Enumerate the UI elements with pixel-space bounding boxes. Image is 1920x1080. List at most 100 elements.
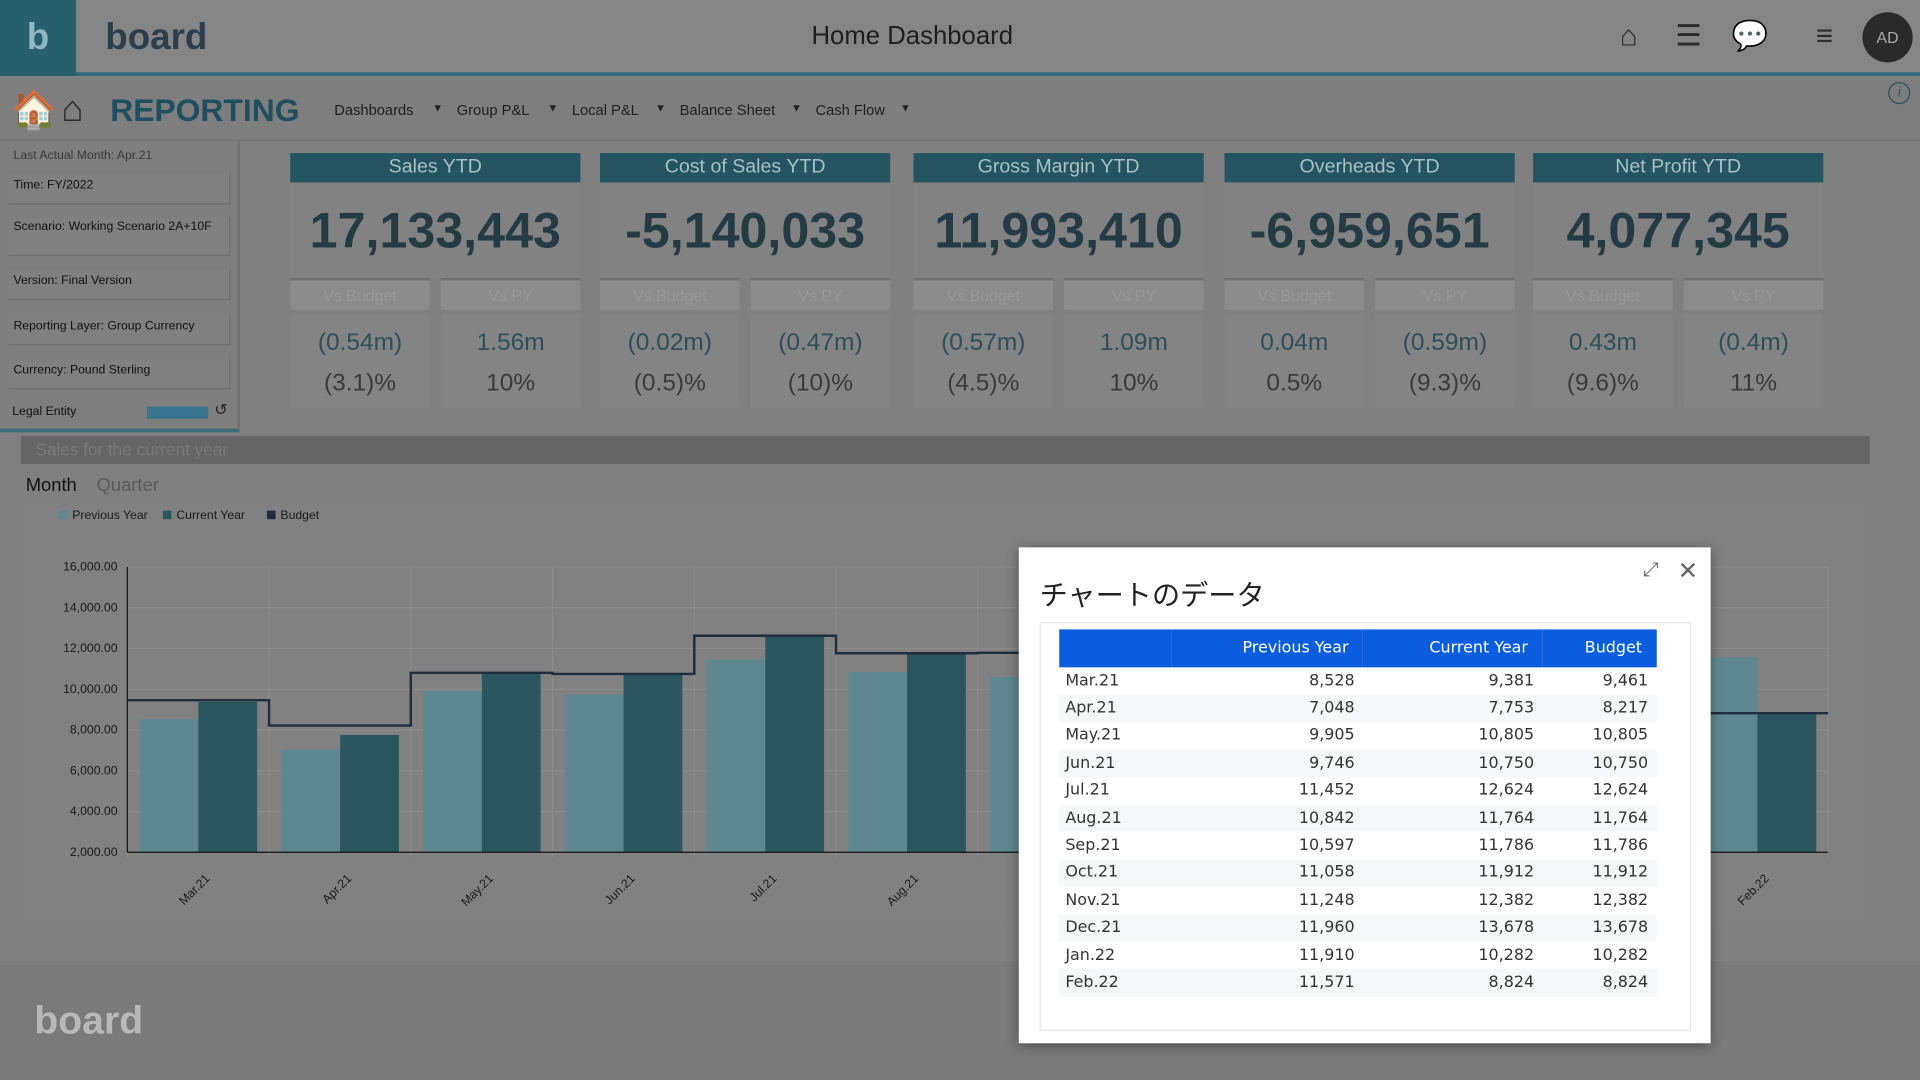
table-cell: 11,452 — [1298, 781, 1355, 800]
x-tick-label: Jul.21 — [747, 871, 780, 904]
y-tick-label: 8,000.00 — [70, 723, 118, 737]
table-cell: 11,764 — [1542, 804, 1657, 832]
close-icon[interactable]: ✕ — [1678, 556, 1699, 587]
x-tick-label: Mar.21 — [176, 871, 212, 907]
legend-label: Current Year — [176, 508, 245, 522]
y-tick-label: 4,000.00 — [70, 804, 118, 818]
bar-previous-year — [423, 691, 482, 853]
column-header: Current Year — [1363, 629, 1543, 668]
table-row: Apr.21 7,048 7,753 8,217 — [1059, 694, 1657, 723]
legend-label: Previous Year — [72, 508, 148, 522]
table-cell: 11,912 — [1363, 859, 1543, 887]
table-cell: Jun.21 — [1059, 749, 1172, 778]
table-cell: 12,624 — [1592, 781, 1649, 800]
table-cell: 8,528 — [1309, 671, 1355, 691]
y-tick-label: 2,000.00 — [70, 845, 118, 859]
table-cell: 11,764 — [1363, 804, 1543, 832]
table-cell: 10,805 — [1478, 726, 1535, 746]
table-cell: 10,597 — [1298, 836, 1355, 855]
table-cell: 10,750 — [1542, 749, 1657, 778]
y-tick-label: 6,000.00 — [70, 763, 118, 777]
y-tick-label: 16,000.00 — [63, 560, 118, 574]
x-tick-label: May.21 — [458, 871, 496, 909]
legend-swatch — [266, 510, 276, 520]
table-cell: 10,842 — [1171, 804, 1364, 832]
table-cell: Aug.21 — [1059, 804, 1172, 832]
table-cell: Oct.21 — [1059, 859, 1172, 887]
bar-previous-year — [139, 719, 199, 853]
y-tick-label: 12,000.00 — [63, 641, 118, 655]
bar-current-year — [623, 673, 683, 853]
table-cell: Nov.21 — [1065, 891, 1121, 910]
table-cell: 7,753 — [1363, 694, 1543, 723]
table-cell: 7,048 — [1171, 694, 1364, 723]
bar-current-year — [340, 735, 399, 853]
bar-previous-year — [706, 659, 766, 853]
data-table-container: Previous Year Current Year Budget Mar.21 8,5… — [1039, 622, 1692, 1032]
bar-current-year — [481, 672, 541, 853]
table-row: Oct.21 11,058 11,912 11,912 — [1059, 859, 1657, 887]
table-row: Mar.21 8,528 9,381 9,461 — [1059, 667, 1657, 694]
x-tick-label: Apr.21 — [319, 871, 354, 906]
table-cell: 8,824 — [1542, 968, 1657, 997]
modal-title: チャートのデータ — [1039, 580, 1265, 613]
table-row: Jun.21 9,746 10,750 10,750 — [1059, 749, 1657, 778]
table-cell: 10,282 — [1592, 946, 1649, 965]
table-cell: 11,960 — [1171, 914, 1364, 942]
table-cell: 9,905 — [1309, 726, 1355, 746]
table-cell: Sep.21 — [1065, 836, 1121, 855]
legend-swatch — [58, 510, 68, 520]
table-cell: 8,824 — [1363, 968, 1543, 997]
chart-data-modal: チャートのデータ ⤢ ✕ Previous Year Current Year Bu… — [1018, 547, 1711, 1044]
table-cell: 11,910 — [1298, 946, 1355, 965]
table-cell: 8,217 — [1542, 694, 1657, 723]
table-row: Feb.22 11,571 8,824 8,824 — [1059, 968, 1657, 997]
table-cell: 13,678 — [1542, 914, 1657, 942]
table-cell: May.21 — [1065, 726, 1122, 746]
table-cell: 11,058 — [1171, 859, 1364, 887]
table-cell: Jan.22 — [1065, 946, 1116, 965]
table-row: May.21 9,905 10,805 10,805 — [1059, 722, 1657, 749]
table-row: Nov.21 11,248 12,382 12,382 — [1059, 887, 1657, 914]
table-cell: Jul.21 — [1065, 781, 1110, 800]
column-header: Budget — [1542, 629, 1657, 668]
table-cell: Dec.21 — [1059, 914, 1172, 942]
table-row: Jul.21 11,452 12,624 12,624 — [1059, 777, 1657, 804]
bar-previous-year — [281, 749, 341, 853]
table-cell: Apr.21 — [1059, 694, 1172, 723]
y-tick-label: 14,000.00 — [63, 600, 118, 614]
table-cell: 9,746 — [1171, 749, 1364, 778]
x-tick-label: Feb.22 — [1735, 871, 1772, 908]
table-cell: 10,805 — [1592, 726, 1649, 746]
table-cell: 9,381 — [1488, 671, 1535, 691]
column-header — [1059, 629, 1172, 668]
legend-swatch — [162, 510, 172, 520]
column-header: Previous Year — [1171, 629, 1364, 668]
bar-current-year — [765, 635, 825, 853]
table-cell: 11,786 — [1592, 836, 1649, 855]
table-cell: 11,248 — [1298, 891, 1355, 910]
y-tick-label: 10,000.00 — [63, 682, 118, 696]
table-cell: 10,282 — [1478, 946, 1535, 965]
table-row: Aug.21 10,842 11,764 11,764 — [1059, 804, 1657, 832]
table-row: Dec.21 11,960 13,678 13,678 — [1059, 914, 1657, 942]
table-cell: 12,382 — [1592, 891, 1649, 910]
table-row: Sep.21 10,597 11,786 11,786 — [1059, 832, 1657, 859]
table-row: Jan.22 11,910 10,282 10,282 — [1059, 942, 1657, 969]
bar-previous-year — [848, 672, 908, 853]
table-cell: 13,678 — [1363, 914, 1543, 942]
table-cell: 12,382 — [1478, 891, 1535, 910]
table-cell: 12,624 — [1478, 781, 1535, 800]
table-cell: 9,461 — [1602, 671, 1649, 691]
legend-label: Budget — [280, 508, 319, 522]
x-tick-label: Jun.21 — [602, 871, 638, 907]
footer-logo: board — [34, 997, 144, 1043]
data-table: Previous Year Current Year Budget Mar.21 8,5… — [1059, 629, 1657, 997]
bar-current-year — [1757, 713, 1817, 853]
bar-previous-year — [564, 694, 624, 853]
table-cell: 10,750 — [1363, 749, 1543, 778]
bar-current-year — [907, 653, 966, 853]
table-cell: 11,786 — [1478, 836, 1535, 855]
expand-icon[interactable]: ⤢ — [1643, 560, 1659, 582]
table-cell: 11,571 — [1171, 968, 1364, 997]
